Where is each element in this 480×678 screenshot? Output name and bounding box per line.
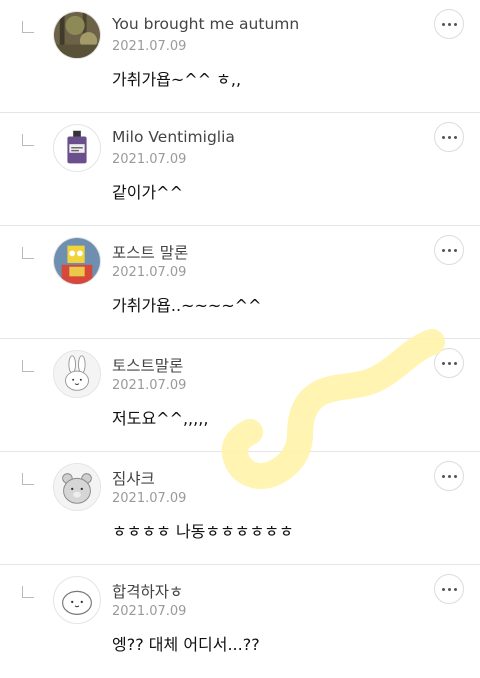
comment-author[interactable]: 포스트 말론 <box>112 241 188 263</box>
comment-author[interactable]: Milo Ventimiglia <box>112 128 235 146</box>
reply-arrow-icon <box>22 247 34 259</box>
comment-date: 2021.07.09 <box>112 491 187 506</box>
comment-text: 엥?? 대체 어디서...?? <box>112 635 260 654</box>
more-options-button[interactable] <box>434 461 464 491</box>
comment-text: 가취가욥..~~~~^^ <box>112 296 262 315</box>
comment-author[interactable]: 합격하자ㅎ <box>112 580 183 602</box>
comment-text: 가취가욥~^^ ㅎ,, <box>112 70 242 89</box>
comment-date: 2021.07.09 <box>112 152 187 167</box>
comment-item: 포스트 말론 2021.07.09 가취가욥..~~~~^^ <box>0 226 480 339</box>
rabbit-avatar-icon <box>54 351 100 397</box>
reply-arrow-icon <box>22 21 34 33</box>
avatar[interactable] <box>53 124 101 172</box>
comment-item: 짐샤크 2021.07.09 ㅎㅎㅎㅎ 나동ㅎㅎㅎㅎㅎㅎ <box>0 452 480 565</box>
reply-arrow-icon <box>22 134 34 146</box>
comment-item: You brought me autumn 2021.07.09 가취가욥~^^… <box>0 0 480 113</box>
avatar[interactable] <box>53 237 101 285</box>
autumn-photo-avatar-icon <box>54 12 100 58</box>
avatar[interactable] <box>53 11 101 59</box>
avatar[interactable] <box>53 350 101 398</box>
comment-item: 토스트말론 2021.07.09 저도요^^,,,,, <box>0 339 480 452</box>
reply-arrow-icon <box>22 586 34 598</box>
comment-date: 2021.07.09 <box>112 265 187 280</box>
comment-author[interactable]: 짐샤크 <box>112 467 155 489</box>
blob-avatar-icon <box>54 577 100 623</box>
more-options-button[interactable] <box>434 235 464 265</box>
cartoon-character-avatar-icon <box>54 238 100 284</box>
avatar[interactable] <box>53 463 101 511</box>
comment-author[interactable]: You brought me autumn <box>112 15 299 33</box>
perfume-bottle-avatar-icon <box>54 125 100 171</box>
bear-avatar-icon <box>54 464 100 510</box>
comment-text: 저도요^^,,,,, <box>112 409 209 428</box>
comment-date: 2021.07.09 <box>112 39 187 54</box>
comment-date: 2021.07.09 <box>112 604 187 619</box>
comment-item: 합격하자ㅎ 2021.07.09 엥?? 대체 어디서...?? <box>0 565 480 678</box>
comment-item: Milo Ventimiglia 2021.07.09 같이가^^ <box>0 113 480 226</box>
more-options-button[interactable] <box>434 348 464 378</box>
comment-author[interactable]: 토스트말론 <box>112 354 183 376</box>
comment-date: 2021.07.09 <box>112 378 187 393</box>
more-options-button[interactable] <box>434 574 464 604</box>
more-options-button[interactable] <box>434 9 464 39</box>
avatar[interactable] <box>53 576 101 624</box>
comment-text: ㅎㅎㅎㅎ 나동ㅎㅎㅎㅎㅎㅎ <box>112 522 294 541</box>
comment-list: You brought me autumn 2021.07.09 가취가욥~^^… <box>0 0 480 666</box>
more-options-button[interactable] <box>434 122 464 152</box>
reply-arrow-icon <box>22 360 34 372</box>
comment-text: 같이가^^ <box>112 183 183 202</box>
reply-arrow-icon <box>22 473 34 485</box>
